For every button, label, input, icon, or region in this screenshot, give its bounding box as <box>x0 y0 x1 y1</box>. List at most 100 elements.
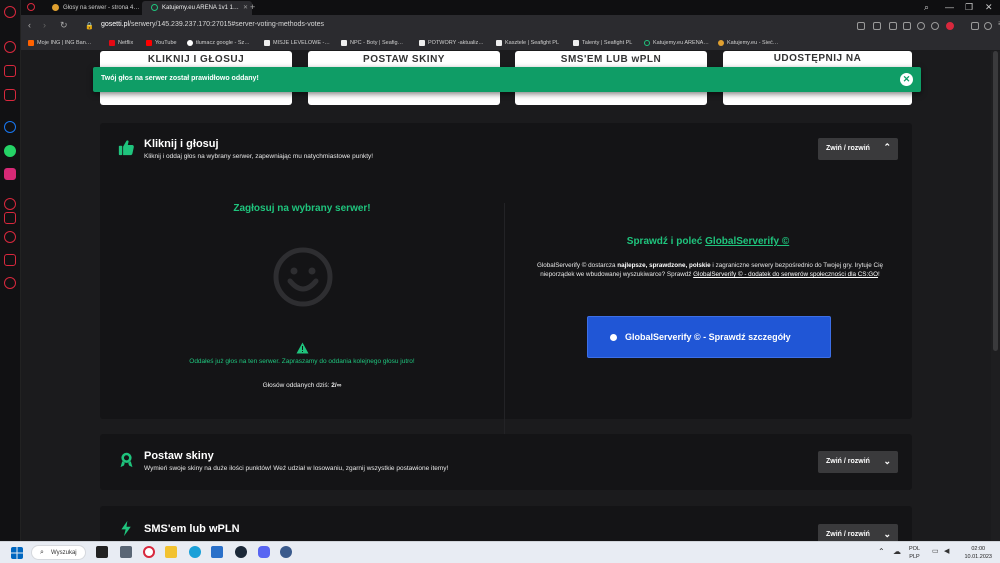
volume-icon[interactable]: ◀ <box>944 547 949 555</box>
tab-favicon <box>151 4 158 11</box>
bookmark-katujemy-siec[interactable]: Katujemy.eu - Sieć… <box>718 40 778 46</box>
url-field[interactable]: gosetti.pl/serwery/145.239.237.170:27015… <box>101 21 324 28</box>
feed-icon[interactable] <box>4 212 16 224</box>
globalserverify-details-button[interactable]: GlobalServerify © - Sprawdź szczegóły <box>587 316 831 358</box>
award-ribbon-icon <box>120 452 133 468</box>
maximize-icon[interactable]: ❐ <box>965 2 973 13</box>
section-title: SMS'em lub wPLN <box>144 523 240 535</box>
bookmark-ing[interactable]: Moje ING | ING Ban… <box>28 40 91 46</box>
chevron-up-icon: ⌃ <box>883 142 891 152</box>
adblock-icon[interactable] <box>903 22 911 30</box>
opera-logo-icon[interactable] <box>4 6 16 18</box>
bookmark-katujemy-arena[interactable]: Katujemy.eu ARENA… <box>644 40 709 46</box>
close-tab-icon[interactable]: ✕ <box>243 4 248 11</box>
twitch-icon[interactable] <box>4 89 16 101</box>
collapse-toggle-button[interactable]: Zwiń / rozwiń ⌃ <box>818 138 898 160</box>
scrollbar-thumb[interactable] <box>993 51 998 351</box>
extensions-icon[interactable] <box>4 254 16 266</box>
snapshot-icon[interactable] <box>931 22 939 30</box>
system-clock[interactable]: 02:00 10.01.2023 <box>964 545 992 561</box>
page-scrollbar[interactable] <box>991 51 1000 541</box>
discord-icon[interactable] <box>258 546 270 558</box>
bookmark-potwory[interactable]: POTWORY -aktualiz… <box>419 40 484 46</box>
toggle-label: Zwiń / rozwiń <box>826 531 870 538</box>
account-icon[interactable] <box>984 22 992 30</box>
bookmark-kasztele[interactable]: Kasztele | Seafight PL <box>496 40 559 46</box>
heart-icon[interactable] <box>946 22 954 30</box>
settings-icon[interactable] <box>4 277 16 289</box>
collapse-toggle-button[interactable]: Zwiń / rozwiń ⌄ <box>818 451 898 473</box>
shopping-icon[interactable] <box>4 65 16 77</box>
section-sms: SMS'em lub wPLN Zwiń / rozwiń ⌄ <box>100 506 912 541</box>
opera-taskbar-icon[interactable] <box>143 546 155 558</box>
top-card-label: KLIKNIJ I GŁOSUJ <box>147 54 245 65</box>
bookmark-misje[interactable]: MISJE LEVELOWE -… <box>264 40 330 46</box>
section-description: Kliknij i oddaj głos na wybrany serwer, … <box>144 153 374 160</box>
lock-icon: 🔒 <box>85 23 94 30</box>
button-label: GlobalServerify © - Sprawdź szczegóły <box>625 332 791 342</box>
cloud-icon[interactable]: ☁ <box>893 547 901 556</box>
new-tab-button[interactable]: + <box>250 2 255 12</box>
info-dot-icon <box>610 334 617 341</box>
bookmark-translate[interactable]: tłumacz google - Sz… <box>187 40 250 46</box>
toast-message: Twój głos na serwer został prawidłowo od… <box>101 75 259 82</box>
clock-time: 02:00 <box>971 546 986 552</box>
top-card-label: SMS'EM LUB wPLN <box>560 54 662 65</box>
tab-katujemy[interactable]: Katujemy.eu ARENA 1v1 1… ✕ <box>142 1 252 15</box>
tray-chevron-up-icon[interactable]: ⌃ <box>878 547 885 556</box>
search-tabs-icon[interactable]: ⌕ <box>924 2 929 13</box>
vpn-icon[interactable] <box>889 22 897 30</box>
section-title: Kliknij i głosuj <box>144 138 219 150</box>
cube-icon[interactable] <box>971 22 979 30</box>
speed-dial-icon[interactable] <box>4 41 16 53</box>
top-card-label: UDOSTĘPNIJ NA <box>773 53 862 64</box>
task-view-icon[interactable] <box>96 546 108 558</box>
section-click-vote: Kliknij i głosuj Kliknij i oddaj głos na… <box>100 123 912 443</box>
camera-icon[interactable] <box>873 22 881 30</box>
network-icon[interactable]: ▭ <box>932 547 939 555</box>
easy-setup-icon[interactable] <box>857 22 865 30</box>
chevron-down-icon: ⌄ <box>883 456 891 466</box>
windows-taskbar: ⌕ Wyszukaj ⌃ ☁ POL PLP ▭ ◀ 02:00 10.01.2… <box>0 541 1000 563</box>
chevron-down-icon: ⌄ <box>883 529 891 539</box>
instagram-icon[interactable] <box>4 168 16 180</box>
edge-icon[interactable] <box>189 546 201 558</box>
close-icon[interactable]: ✕ <box>900 73 913 86</box>
calculator-icon[interactable] <box>120 546 132 558</box>
store-icon[interactable] <box>211 546 223 558</box>
workspace-icon[interactable] <box>27 3 35 11</box>
taskbar-search[interactable]: ⌕ Wyszukaj <box>31 545 86 560</box>
opera-sidebar <box>0 0 21 541</box>
windows-start-icon[interactable] <box>11 547 23 559</box>
collapse-toggle-button[interactable]: Zwiń / rozwiń ⌄ <box>818 524 898 541</box>
reload-icon[interactable]: ↻ <box>60 20 68 31</box>
votes-today-value: 2/∞ <box>331 382 342 389</box>
language-indicator[interactable]: POL PLP <box>909 545 920 561</box>
lang-top: POL <box>909 546 921 552</box>
steam-icon[interactable] <box>235 546 247 558</box>
whatsapp-icon[interactable] <box>4 145 16 157</box>
votes-today: Głosów oddanych dziś: 2/∞ <box>100 382 504 389</box>
back-icon[interactable]: ‹ <box>28 20 31 30</box>
player-icon[interactable] <box>4 198 16 210</box>
toggle-label: Zwiń / rozwiń <box>826 458 870 465</box>
tab-label: Głosy na serwer - strona 4… <box>63 5 140 11</box>
history-icon[interactable] <box>4 231 16 243</box>
send-icon[interactable] <box>917 22 925 30</box>
close-window-icon[interactable]: ✕ <box>985 2 993 13</box>
already-voted-message: Oddałeś już głos na ten serwer. Zaprasza… <box>189 358 415 365</box>
bookmark-talenty[interactable]: Talenty | Seafight PL <box>573 40 632 46</box>
section-title: Postaw skiny <box>144 450 214 462</box>
bookmark-youtube[interactable]: YouTube <box>146 40 177 46</box>
bookmark-npc[interactable]: NPC - Boty | Seafig… <box>341 40 403 46</box>
bookmark-netflix[interactable]: Netflix <box>109 40 133 46</box>
tab-bar: Głosy na serwer - strona 4… ✕ Katujemy.e… <box>21 0 1000 15</box>
globalserverify-link[interactable]: GlobalServerify © <box>705 236 789 247</box>
address-bar: ‹ › ↻ 🔒 gosetti.pl/serwery/145.239.237.1… <box>21 15 1000 37</box>
messenger-icon[interactable] <box>4 121 16 133</box>
minimize-icon[interactable]: — <box>945 2 954 12</box>
app-icon[interactable] <box>280 546 292 558</box>
file-explorer-icon[interactable] <box>165 546 177 558</box>
globalserverify-addon-link[interactable]: GlobalServerify © - dodatek do serwerów … <box>693 271 878 278</box>
forward-icon[interactable]: › <box>43 20 46 30</box>
